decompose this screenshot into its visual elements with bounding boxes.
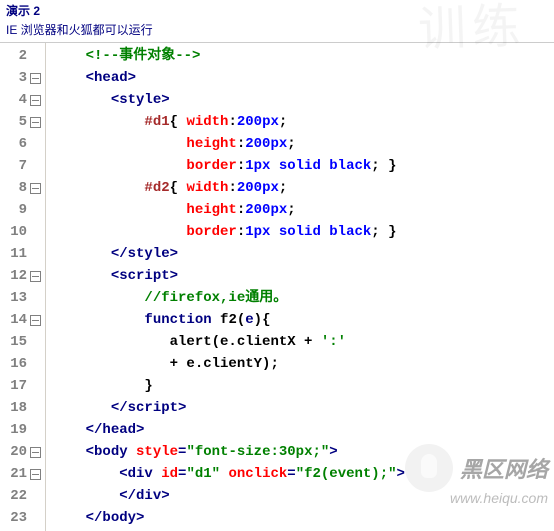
fold-toggle-icon[interactable]	[30, 73, 41, 84]
code-line: height:200px;	[52, 199, 405, 221]
fold-toggle-icon[interactable]	[30, 95, 41, 106]
line-number: 11	[0, 243, 43, 265]
demo-title: 演示 2	[0, 0, 554, 21]
fold-toggle-icon[interactable]	[30, 315, 41, 326]
code-line: </body>	[52, 507, 405, 529]
code-area: <!--事件对象--> <head> <style> #d1{ width:20…	[46, 43, 405, 531]
line-number: 10	[0, 221, 43, 243]
line-number: 22	[0, 485, 43, 507]
line-number: 2	[0, 45, 43, 67]
line-number-gutter: 234567891011121314151617181920212223	[0, 43, 46, 531]
code-line: #d1{ width:200px;	[52, 111, 405, 133]
code-line: <body style="font-size:30px;">	[52, 441, 405, 463]
demo-subtitle: IE 浏览器和火狐都可以运行	[0, 21, 554, 42]
fold-toggle-icon[interactable]	[30, 447, 41, 458]
code-line: height:200px;	[52, 133, 405, 155]
line-number: 8	[0, 177, 43, 199]
line-number: 13	[0, 287, 43, 309]
line-number: 18	[0, 397, 43, 419]
line-number: 6	[0, 133, 43, 155]
fold-toggle-icon[interactable]	[30, 469, 41, 480]
code-line: <script>	[52, 265, 405, 287]
fold-toggle-icon[interactable]	[30, 117, 41, 128]
code-line: function f2(e){	[52, 309, 405, 331]
line-number: 12	[0, 265, 43, 287]
code-line: //firefox,ie通用。	[52, 287, 405, 309]
line-number: 3	[0, 67, 43, 89]
code-line: border:1px solid black; }	[52, 221, 405, 243]
code-line: <head>	[52, 67, 405, 89]
line-number: 17	[0, 375, 43, 397]
fold-toggle-icon[interactable]	[30, 271, 41, 282]
code-line: #d2{ width:200px;	[52, 177, 405, 199]
line-number: 5	[0, 111, 43, 133]
line-number: 19	[0, 419, 43, 441]
line-number: 15	[0, 331, 43, 353]
line-number: 16	[0, 353, 43, 375]
line-number: 20	[0, 441, 43, 463]
code-line: + e.clientY);	[52, 353, 405, 375]
code-line: alert(e.clientX + ':'	[52, 331, 405, 353]
line-number: 9	[0, 199, 43, 221]
code-line: border:1px solid black; }	[52, 155, 405, 177]
code-line: <!--事件对象-->	[52, 45, 405, 67]
code-editor: 234567891011121314151617181920212223 <!-…	[0, 42, 554, 531]
code-line: }	[52, 375, 405, 397]
code-line: </head>	[52, 419, 405, 441]
code-line: </style>	[52, 243, 405, 265]
code-line: <style>	[52, 89, 405, 111]
line-number: 14	[0, 309, 43, 331]
line-number: 23	[0, 507, 43, 529]
fold-toggle-icon[interactable]	[30, 183, 41, 194]
line-number: 21	[0, 463, 43, 485]
line-number: 7	[0, 155, 43, 177]
line-number: 4	[0, 89, 43, 111]
code-line: <div id="d1" onclick="f2(event);">	[52, 463, 405, 485]
code-line: </div>	[52, 485, 405, 507]
code-line: </script>	[52, 397, 405, 419]
